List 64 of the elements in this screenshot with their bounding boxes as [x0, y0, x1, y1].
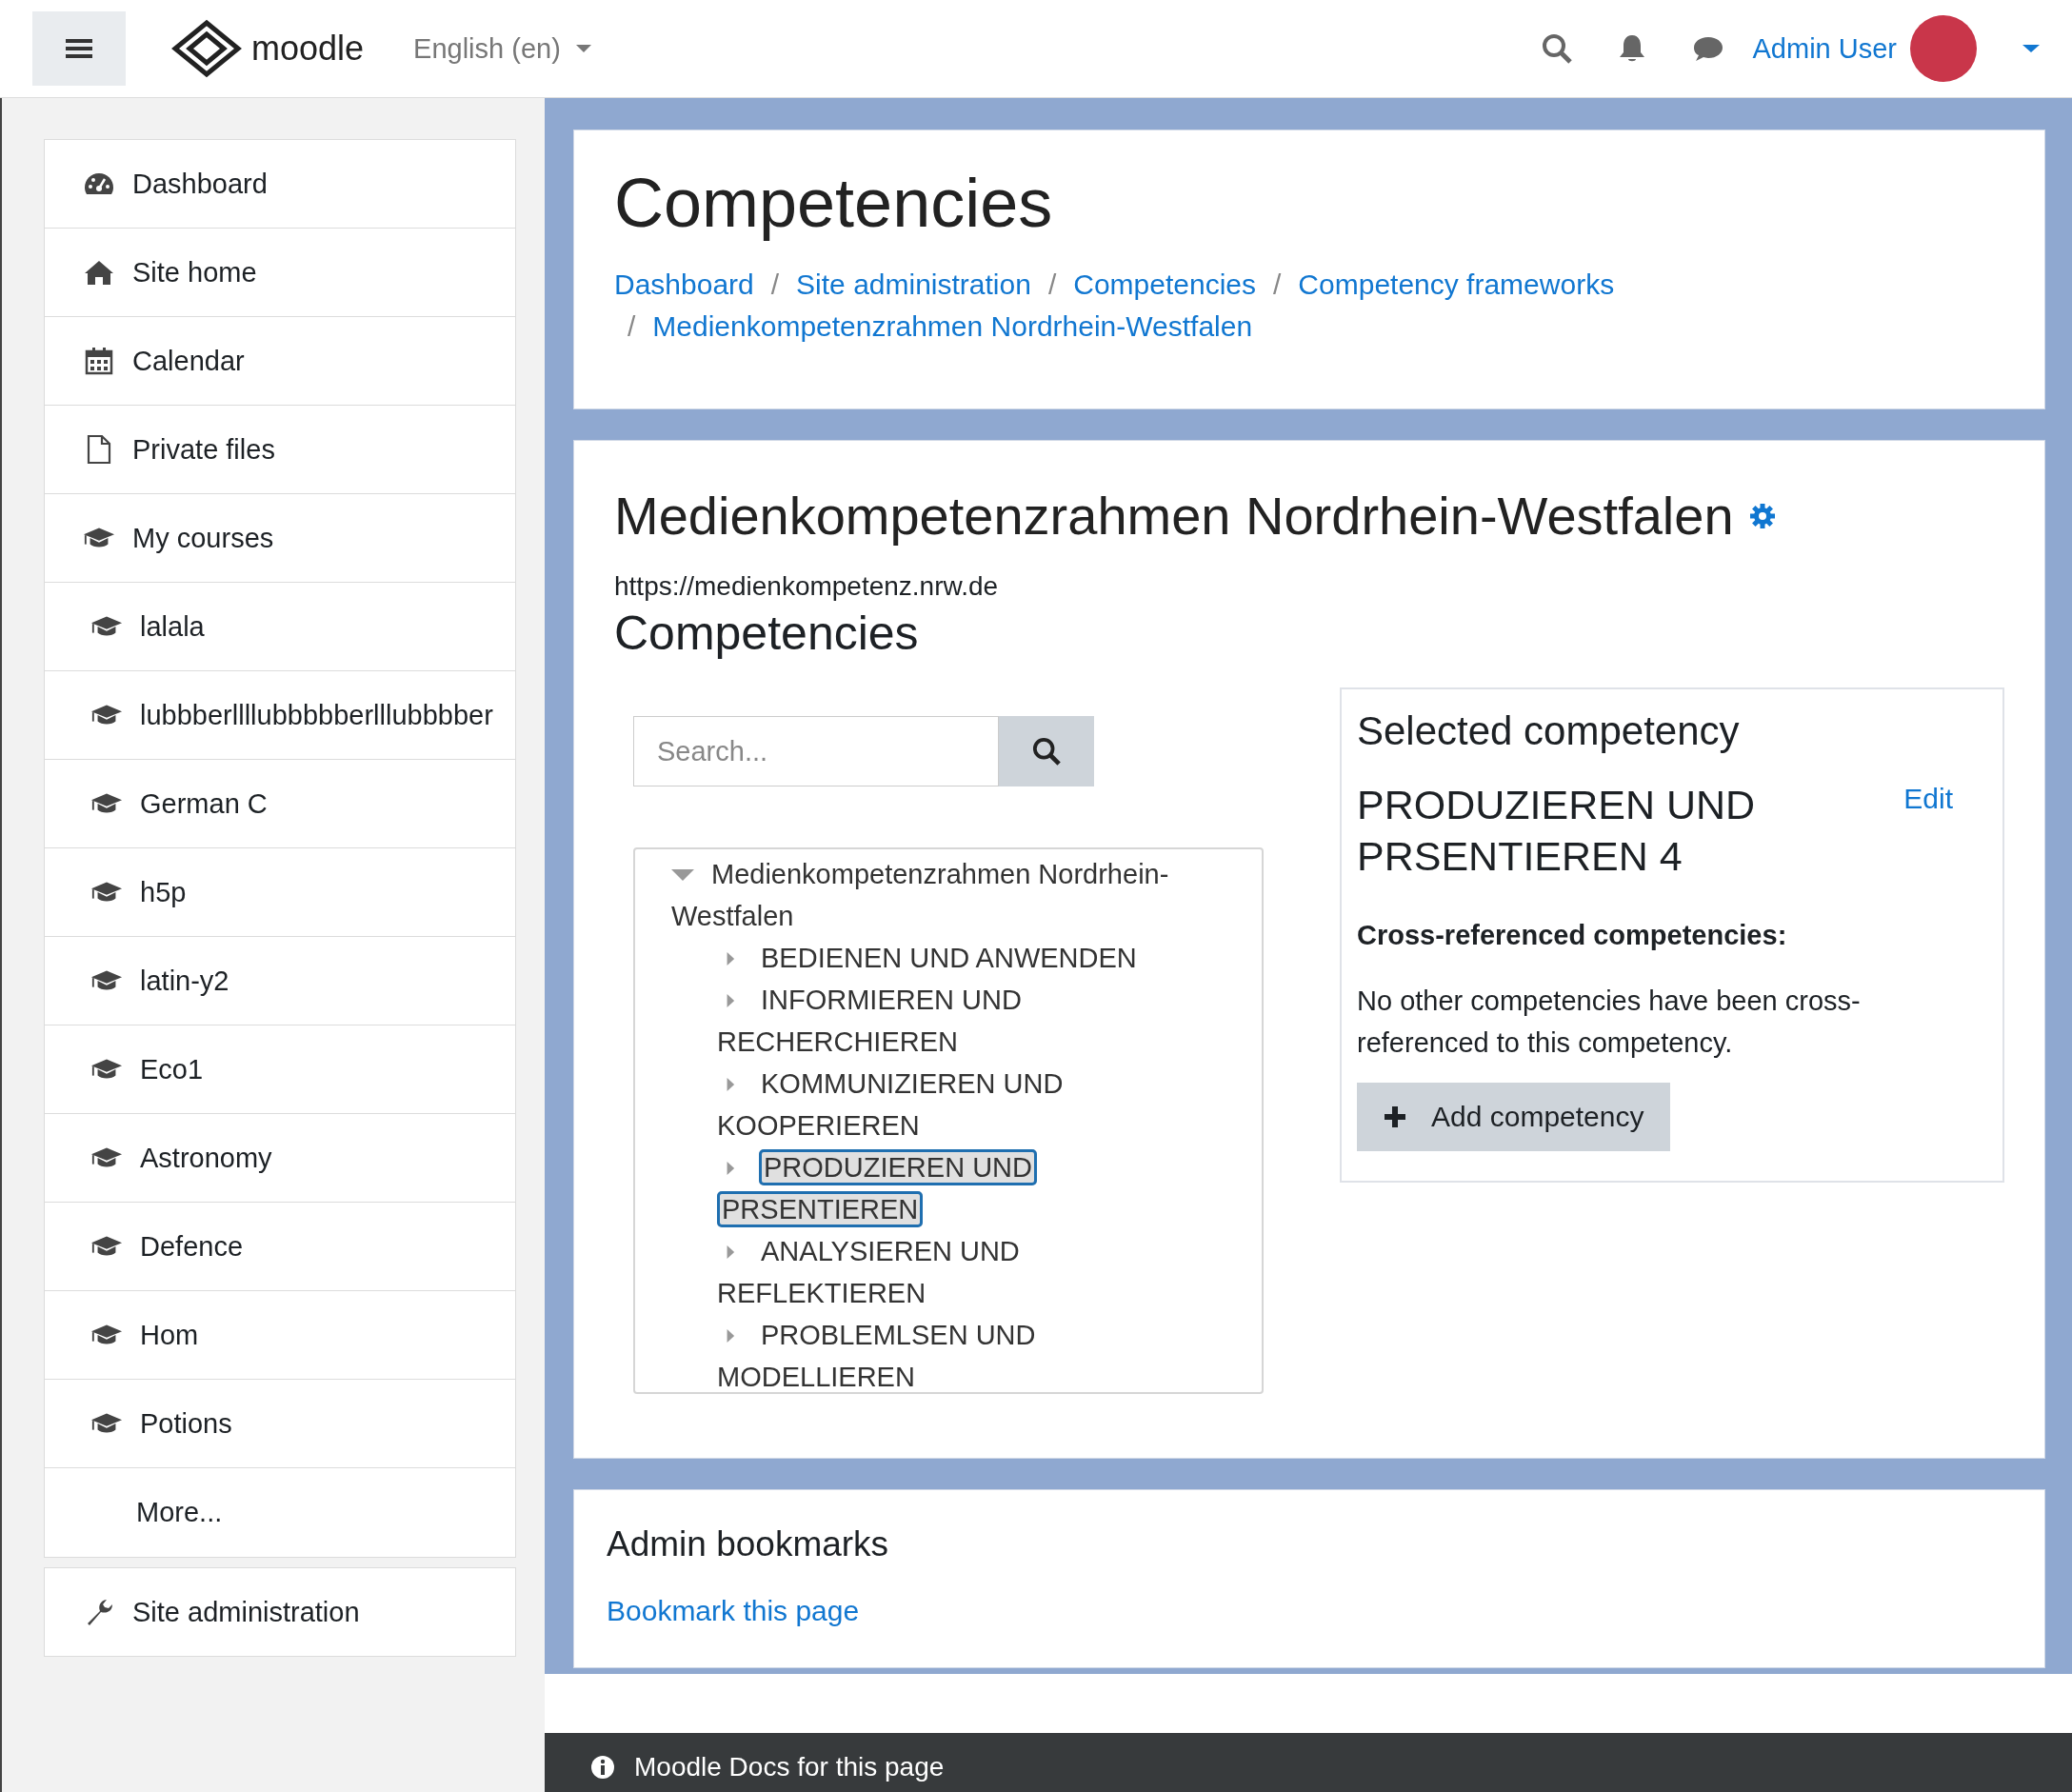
edit-link[interactable]: Edit: [1903, 783, 1953, 882]
framework-title: Medienkompetenzrahmen Nordrhein-Westfalen: [614, 485, 1734, 547]
caret-icon: [575, 44, 591, 53]
breadcrumb-link[interactable]: Dashboard: [614, 264, 754, 306]
sidebar-item[interactable]: Private files: [45, 406, 515, 494]
tree-item[interactable]: KOMMUNIZIEREN UND KOOPERIEREN: [671, 1063, 1185, 1146]
calendar-icon: [83, 347, 115, 375]
brand-name[interactable]: moodle: [251, 29, 365, 69]
sidebar-item[interactable]: Astronomy: [45, 1114, 515, 1203]
breadcrumb-link[interactable]: Site administration: [796, 264, 1031, 306]
tree-item[interactable]: INFORMIEREN UND RECHERCHIEREN: [671, 979, 1185, 1063]
sidebar-item[interactable]: Calendar: [45, 317, 515, 406]
breadcrumb-link[interactable]: Competencies: [1073, 264, 1256, 306]
tree-item[interactable]: ANALYSIEREN UND REFLEKTIEREN: [671, 1230, 1185, 1314]
gauge-icon: [83, 170, 115, 197]
section-title: Competencies: [614, 606, 920, 661]
breadcrumb-separator: /: [770, 268, 780, 302]
add-competency-button[interactable]: Add competency: [1357, 1083, 1671, 1151]
breadcrumb-link[interactable]: Competency frameworks: [1298, 264, 1615, 306]
tree-item[interactable]: Medienkompetenzrahmen Nordrhein-Westfalen: [671, 853, 1185, 937]
breadcrumb-separator: /: [628, 309, 636, 344]
sidebar-item[interactable]: More...: [45, 1468, 515, 1557]
docs-link[interactable]: Moodle Docs for this page: [634, 1752, 945, 1782]
search-button[interactable]: [999, 716, 1094, 786]
breadcrumb-separator: /: [1273, 268, 1282, 302]
sidebar-item[interactable]: Dashboard: [45, 140, 515, 229]
info-icon: [590, 1755, 615, 1780]
sidebar-item[interactable]: Potions: [45, 1380, 515, 1468]
menu-icon: [66, 37, 92, 60]
search-field[interactable]: Search...: [633, 716, 999, 786]
cross-referenced-heading: Cross-referenced competencies:: [1357, 920, 1788, 951]
settings-icon[interactable]: [1748, 502, 1776, 529]
sidebar-item[interactable]: Defence: [45, 1203, 515, 1291]
sidebar-item[interactable]: h5p: [45, 848, 515, 937]
competency-name: PRODUZIEREN UND PRSENTIEREN 4: [1357, 781, 1757, 881]
menu-button[interactable]: [32, 11, 126, 86]
sidebar-item[interactable]: My courses: [45, 494, 515, 583]
tree-item[interactable]: BEDIENEN UND ANWENDEN: [671, 937, 1185, 979]
sidebar-item[interactable]: lubbberllllubbbbberlllubbbber: [45, 671, 515, 760]
user-name[interactable]: Admin User: [1752, 32, 1897, 65]
breadcrumb-separator: /: [1047, 268, 1057, 302]
bell-icon[interactable]: [1617, 33, 1646, 64]
logo-icon: [171, 19, 242, 78]
home-icon: [83, 259, 115, 286]
sidebar-item[interactable]: Hom: [45, 1291, 515, 1380]
search-icon[interactable]: [1541, 33, 1572, 64]
search-icon: [1032, 737, 1061, 766]
breadcrumb-link[interactable]: Medienkompetenzrahmen Nordrhein-Westfalen: [652, 306, 1253, 348]
sidebar-item[interactable]: Site home: [45, 229, 515, 317]
language-menu[interactable]: English (en): [408, 31, 597, 66]
site-administration-link[interactable]: Site administration: [44, 1567, 516, 1657]
sidebar-item[interactable]: Eco1: [45, 1025, 515, 1114]
tree-item[interactable]: PROBLEMLSEN UND MODELLIEREN: [671, 1314, 1185, 1392]
framework-url: https://medienkompetenz.nrw.de: [614, 571, 1000, 602]
bookmark-link[interactable]: Bookmark this page: [607, 1595, 2012, 1627]
panel-heading: Selected competency: [1357, 708, 1741, 754]
cross-referenced-text: No other competencies have been cross-referenced to this competency.: [1357, 985, 1862, 1060]
sidebar-item[interactable]: lalala: [45, 583, 515, 671]
caret-icon[interactable]: [2022, 44, 2040, 53]
sidebar-item[interactable]: German C: [45, 760, 515, 848]
chat-icon[interactable]: [1691, 34, 1724, 63]
sidebar-item[interactable]: latin-y2: [45, 937, 515, 1025]
bookmarks-title: Admin bookmarks: [607, 1524, 890, 1564]
plus-icon: [1384, 1105, 1406, 1128]
